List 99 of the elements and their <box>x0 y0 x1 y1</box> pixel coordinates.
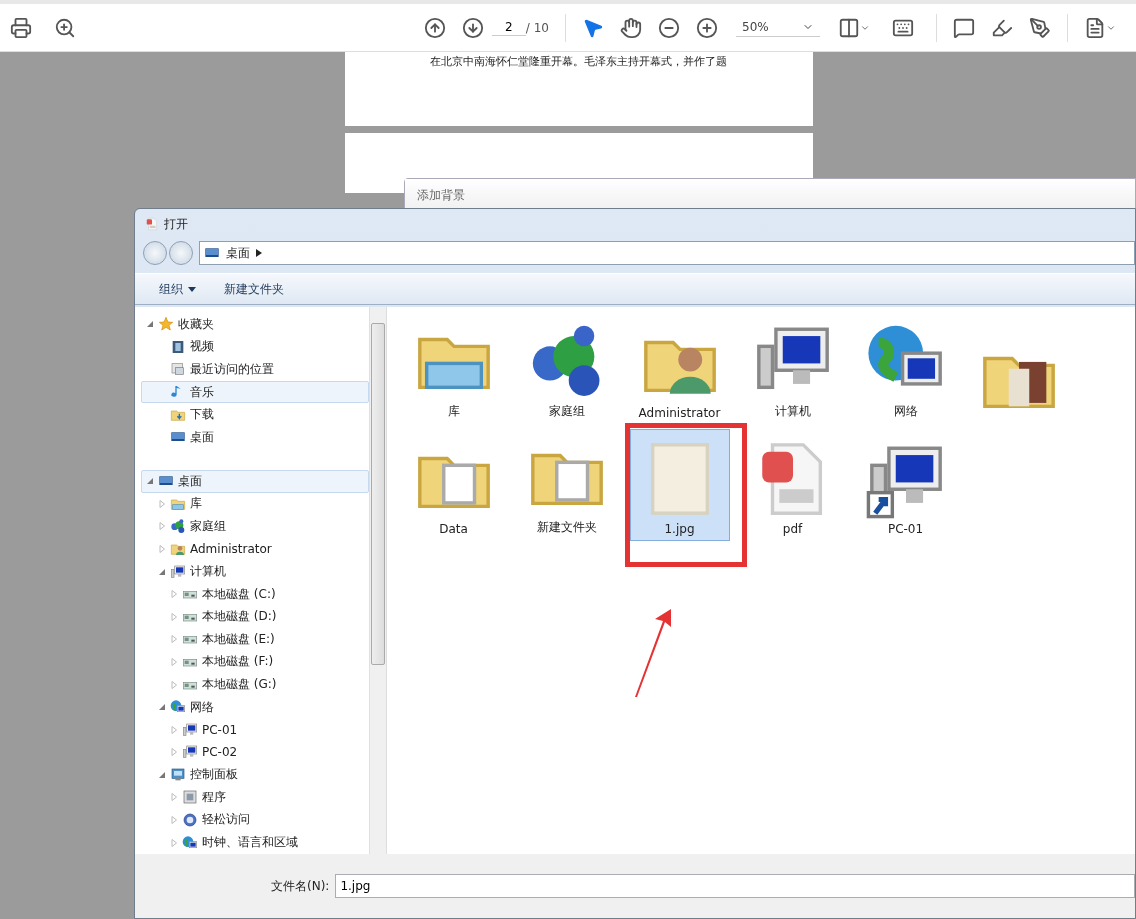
tree-item[interactable]: 控制面板 <box>141 763 369 787</box>
tree-item[interactable]: 轻松访问 <box>141 808 369 832</box>
file-item[interactable]: 家庭组 <box>516 313 617 425</box>
tree-item[interactable]: 桌面 <box>141 470 369 493</box>
page-total: / 10 <box>525 20 549 35</box>
tree-label: 本地磁盘 (D:) <box>202 608 277 626</box>
zoom-in-button[interactable] <box>696 16 718 39</box>
program-icon <box>182 789 198 806</box>
file-item[interactable]: 新建文件夹 <box>516 429 617 541</box>
hand-tool[interactable] <box>620 16 642 39</box>
file-item[interactable]: 网络 <box>855 313 956 425</box>
accessibility-icon <box>182 812 198 828</box>
page-number-field[interactable]: 2 <box>491 19 526 36</box>
address-bar[interactable]: 桌面 <box>199 241 1135 265</box>
tree-label: PC-01 <box>202 722 238 737</box>
tree-label: 视频 <box>190 338 214 356</box>
tree-item[interactable]: 本地磁盘 (E:) <box>141 628 369 651</box>
expanded-arrow-icon[interactable] <box>146 477 154 486</box>
menu-button[interactable]: 组织 <box>159 280 196 298</box>
spheres-icon <box>170 518 186 535</box>
pdf-app-icon <box>145 217 159 231</box>
file-item[interactable]: 1.jpg <box>629 429 730 541</box>
star-icon <box>158 316 174 333</box>
tree-label: Administrator <box>190 542 272 557</box>
tree-item[interactable]: 收藏夹 <box>141 313 369 336</box>
tree-item[interactable]: 家庭组 <box>141 515 369 538</box>
tree-item[interactable]: 本地磁盘 (D:) <box>141 605 369 629</box>
tree-label: 程序 <box>202 788 226 806</box>
tree-label: 本地磁盘 (F:) <box>202 653 274 671</box>
tree-label: 网络 <box>190 698 214 716</box>
tree-label: 本地磁盘 (E:) <box>202 630 275 648</box>
tree-item[interactable]: 桌面 <box>141 425 369 449</box>
tree-label: 本地磁盘 (C:) <box>202 585 276 603</box>
caret-icon <box>188 286 196 292</box>
print-button[interactable] <box>10 16 32 39</box>
file-item[interactable]: 库 <box>403 313 504 425</box>
tree-item[interactable]: 程序 <box>141 786 369 809</box>
file-item[interactable]: Data <box>403 429 504 541</box>
tree-label: 本地磁盘 (G:) <box>202 676 277 693</box>
file-item[interactable]: 计算机 <box>742 313 843 425</box>
sign-button[interactable] <box>1029 16 1051 39</box>
tree-label: 桌面 <box>178 472 202 490</box>
comment-button[interactable] <box>953 16 975 39</box>
tree-label: 控制面板 <box>190 766 238 784</box>
computer-icon <box>182 744 198 761</box>
tree-label: 最近访问的位置 <box>190 360 274 378</box>
tree-label: 家庭组 <box>190 517 226 535</box>
tree-item[interactable]: 本地磁盘 (F:) <box>141 650 369 674</box>
tree-item[interactable]: 最近访问的位置 <box>141 358 369 381</box>
tree-item[interactable]: Administrator <box>141 537 369 561</box>
computer-icon <box>170 563 186 580</box>
tree-label: 收藏夹 <box>178 315 214 333</box>
recent-places-icon <box>170 361 186 378</box>
computer-icon <box>182 721 198 738</box>
filename-label: 文件名(N): <box>271 877 330 895</box>
zoom-out-button[interactable] <box>658 16 680 39</box>
file-item[interactable]: pdf <box>742 429 843 541</box>
tree-item[interactable]: PC-02 <box>141 740 369 764</box>
tree-label: 时钟、语言和区域 <box>202 834 298 852</box>
tree-item[interactable]: 本地磁盘 (G:) <box>141 673 369 696</box>
tree-item[interactable]: 时钟、语言和区域 <box>141 831 369 854</box>
expanded-arrow-icon[interactable] <box>146 320 154 329</box>
document-text: 在北京中南海怀仁堂隆重开幕。毛泽东主持开幕式，并作了题 <box>430 54 727 70</box>
tree-item[interactable]: 视频 <box>141 335 369 359</box>
user-folder-icon <box>170 541 186 558</box>
expanded-arrow-icon[interactable] <box>158 703 166 712</box>
control-panel-icon <box>170 766 186 783</box>
tree-label: 桌面 <box>190 428 214 446</box>
film-icon <box>170 338 186 355</box>
globe-monitor-icon <box>182 834 198 851</box>
scrollbar[interactable] <box>369 307 386 854</box>
tree-item[interactable]: PC-01 <box>141 718 369 741</box>
previous-page-button[interactable] <box>423 16 446 39</box>
tree-label: 音乐 <box>190 383 214 401</box>
dialog-title: 打开 <box>164 215 188 233</box>
tree-label: 下载 <box>190 406 214 424</box>
tree-item[interactable]: 网络 <box>141 695 369 719</box>
tree-item[interactable]: 下载 <box>141 403 369 426</box>
tree-item[interactable]: 本地磁盘 (C:) <box>141 582 369 606</box>
tree-item[interactable]: 音乐 <box>141 380 369 404</box>
tree-label: PC-02 <box>202 745 238 760</box>
fit-page-button[interactable] <box>838 16 870 39</box>
toolbar-button[interactable]: 新建文件夹 <box>224 280 284 298</box>
page-menu-button[interactable] <box>1084 16 1116 39</box>
zoom-search-button[interactable] <box>54 16 76 39</box>
zoom-dropdown[interactable]: 50% <box>736 18 820 37</box>
caret-icon[interactable] <box>256 249 262 257</box>
expanded-arrow-icon[interactable] <box>158 567 166 576</box>
tree-label: 计算机 <box>190 563 226 581</box>
dialog-title: 添加背景 <box>417 186 465 204</box>
file-item[interactable]: PC-01 <box>855 429 956 541</box>
expanded-arrow-icon[interactable] <box>158 770 166 779</box>
tree-item[interactable]: 计算机 <box>141 560 369 583</box>
tree-item[interactable]: 库 <box>141 492 369 516</box>
file-item[interactable]: Administrator <box>629 313 730 425</box>
tree-label: 轻松访问 <box>202 811 250 829</box>
tree-label: 库 <box>190 495 202 513</box>
filename-field[interactable]: 1.jpg <box>335 874 1135 898</box>
next-page-button[interactable] <box>461 16 484 39</box>
